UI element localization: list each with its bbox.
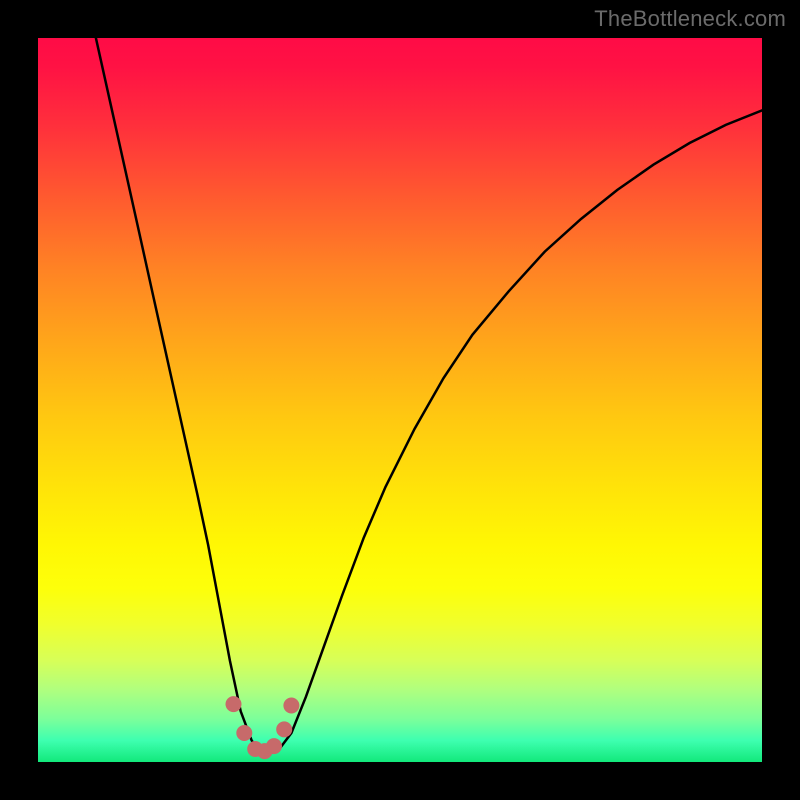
valley-dot	[226, 696, 242, 712]
plot-area	[38, 38, 762, 762]
bottleneck-curve	[96, 38, 762, 753]
valley-dot	[283, 698, 299, 714]
valley-dot	[236, 725, 252, 741]
valley-dots-group	[226, 696, 300, 759]
valley-dot	[266, 738, 282, 754]
watermark-text: TheBottleneck.com	[594, 6, 786, 32]
curve-layer	[38, 38, 762, 762]
chart-frame: TheBottleneck.com	[0, 0, 800, 800]
valley-dot	[276, 721, 292, 737]
